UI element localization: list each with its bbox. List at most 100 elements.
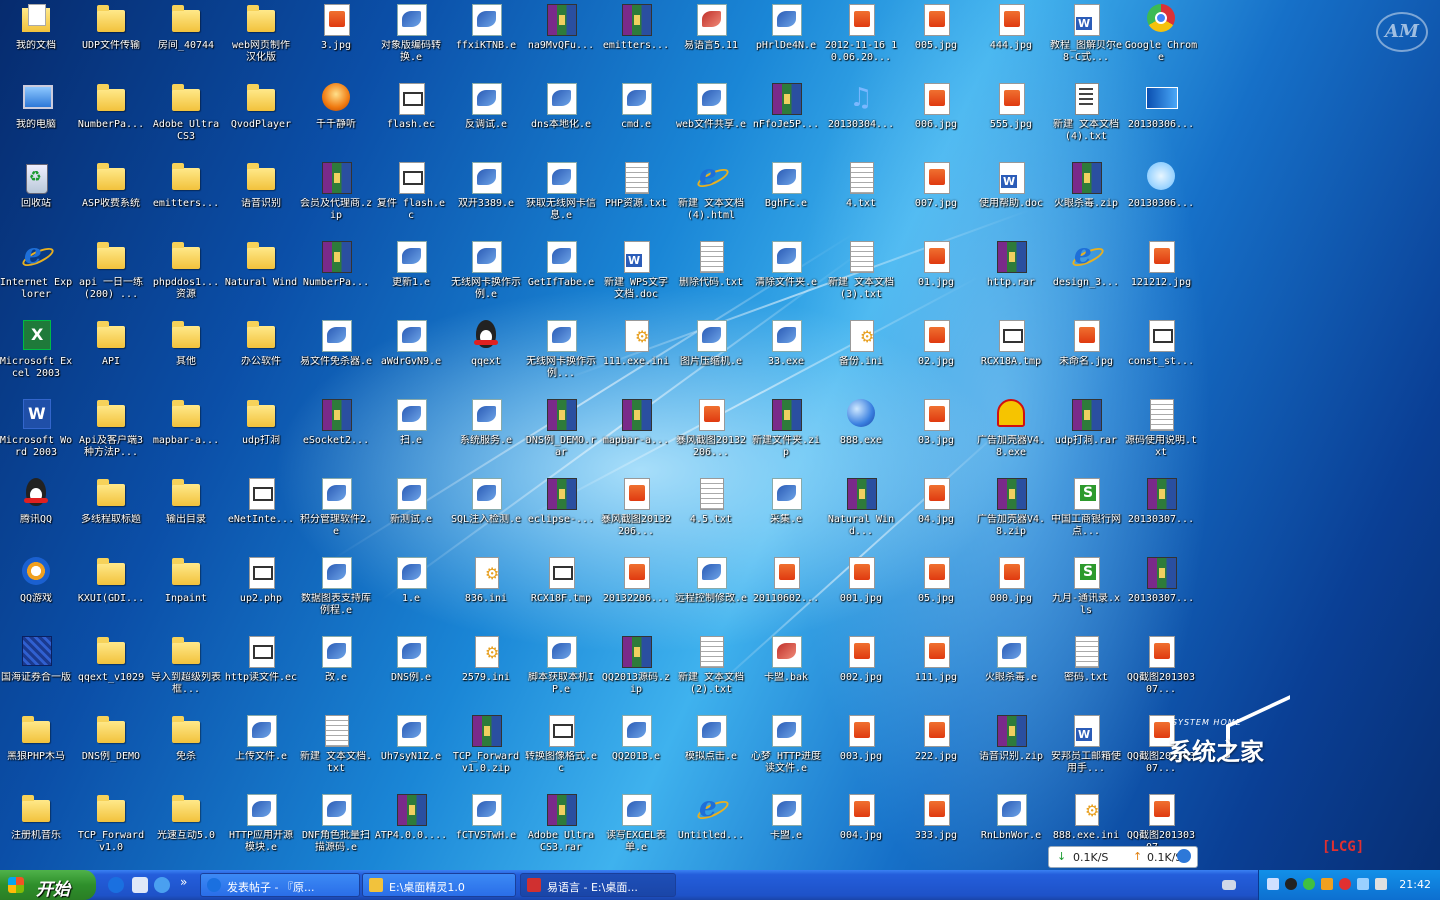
- desktop-icon[interactable]: QQ游戏: [0, 555, 73, 633]
- desktop-icon[interactable]: KXUI(GDI...: [74, 555, 148, 633]
- desktop-icon[interactable]: 图片压缩机.e: [674, 318, 748, 396]
- desktop-icon[interactable]: ♫ 20130304...: [824, 81, 898, 159]
- desktop-icon[interactable]: 555.jpg: [974, 81, 1048, 159]
- desktop-icon[interactable]: BghFc.e: [749, 160, 823, 238]
- desktop-icon[interactable]: 安邦员工邮箱使用手...: [1049, 713, 1123, 791]
- desktop-icon[interactable]: 黑狼PHP木马: [0, 713, 73, 791]
- taskbar-button-explorer[interactable]: E:\桌面精灵1.0: [362, 873, 516, 897]
- desktop-icon[interactable]: DNF角色批量扫描源码.e: [299, 792, 373, 870]
- desktop-icon[interactable]: NumberPa...: [74, 81, 148, 159]
- desktop-icon[interactable]: 其他: [149, 318, 223, 396]
- quick-launch-expand[interactable]: »: [180, 875, 187, 889]
- desktop-icon[interactable]: 九月-通讯录.xls: [1049, 555, 1123, 633]
- desktop-icon[interactable]: Adobe Ultra CS3: [149, 81, 223, 159]
- desktop-icon[interactable]: RCX18F.tmp: [524, 555, 598, 633]
- desktop-icon[interactable]: 光速互动5.0: [149, 792, 223, 870]
- desktop-icon[interactable]: 积分管理软件2.e: [299, 476, 373, 554]
- desktop-icon[interactable]: 语音识别: [224, 160, 298, 238]
- desktop-icon[interactable]: 20130307...: [1124, 555, 1198, 633]
- desktop-icon[interactable]: QQ截图20130307...: [1124, 634, 1198, 712]
- start-button[interactable]: 开始: [0, 870, 96, 900]
- desktop-icon[interactable]: 备份.ini: [824, 318, 898, 396]
- network-tray-icon[interactable]: [1267, 878, 1279, 890]
- desktop-icon[interactable]: 005.jpg: [899, 2, 973, 80]
- qq-tray-icon[interactable]: [1285, 878, 1297, 890]
- desktop-icon[interactable]: 数据图表支持库例程.e: [299, 555, 373, 633]
- desktop-icon[interactable]: Natural Wind: [224, 239, 298, 317]
- desktop-icon[interactable]: 输出目录: [149, 476, 223, 554]
- desktop-icon[interactable]: HTTP应用开源模块.e: [224, 792, 298, 870]
- desktop-icon[interactable]: 卡盟.bak: [749, 634, 823, 712]
- desktop-icon[interactable]: flash.ec: [374, 81, 448, 159]
- desktop-icon[interactable]: SQL注入检测.e: [449, 476, 523, 554]
- notepad-icon[interactable]: [132, 877, 148, 893]
- desktop-icon[interactable]: eclipse-...: [524, 476, 598, 554]
- desktop-icon[interactable]: 05.jpg: [899, 555, 973, 633]
- desktop-icon[interactable]: 002.jpg: [824, 634, 898, 712]
- desktop-icon[interactable]: 新建 文本文档 (4).txt: [1049, 81, 1123, 159]
- desktop-icon[interactable]: QvodPlayer: [224, 81, 298, 159]
- desktop-icon[interactable]: GetIfTabe.e: [524, 239, 598, 317]
- desktop-icon[interactable]: 000.jpg: [974, 555, 1048, 633]
- desktop-icon[interactable]: 上传文件.e: [224, 713, 298, 791]
- desktop-icon[interactable]: 我的电脑: [0, 81, 73, 159]
- desktop-icon[interactable]: 会员及代理商.zip: [299, 160, 373, 238]
- desktop-icon[interactable]: 易语言5.11: [674, 2, 748, 80]
- desktop-icon[interactable]: ATP4.0.0....: [374, 792, 448, 870]
- desktop-icon[interactable]: 444.jpg: [974, 2, 1048, 80]
- desktop-icon[interactable]: Api及客户端3种方法P...: [74, 397, 148, 475]
- desktop-icon[interactable]: 无线网卡换作示例...: [524, 318, 598, 396]
- desktop-icon[interactable]: 333.jpg: [899, 792, 973, 870]
- desktop-icon[interactable]: 采集.e: [749, 476, 823, 554]
- desktop-icon[interactable]: eNetInte...: [224, 476, 298, 554]
- desktop-icon[interactable]: Adobe Ultra CS3.rar: [524, 792, 598, 870]
- desktop-icon[interactable]: Internet Explorer: [0, 239, 73, 317]
- desktop-icon[interactable]: 导入到超级列表框...: [149, 634, 223, 712]
- desktop-icon[interactable]: Microsoft Excel 2003: [0, 318, 73, 396]
- desktop-icon[interactable]: RCX18A.tmp: [974, 318, 1048, 396]
- desktop-icon[interactable]: 111.exe.ini: [599, 318, 673, 396]
- desktop-icon[interactable]: phpddos1...资源: [149, 239, 223, 317]
- desktop-icon[interactable]: 006.jpg: [899, 81, 973, 159]
- desktop-icon[interactable]: Inpaint: [149, 555, 223, 633]
- desktop-icon[interactable]: 20130306...: [1124, 81, 1198, 159]
- desktop-icon[interactable]: 腾讯QQ: [0, 476, 73, 554]
- desktop-icon[interactable]: web文件共享.e: [674, 81, 748, 159]
- desktop-icon[interactable]: 121212.jpg: [1124, 239, 1198, 317]
- desktop-icon[interactable]: 注册机音乐: [0, 792, 73, 870]
- desktop-icon[interactable]: NumberPa...: [299, 239, 373, 317]
- desktop-icon[interactable]: mapbar-a...: [149, 397, 223, 475]
- desktop-icon[interactable]: 广告加壳器V4.8.zip: [974, 476, 1048, 554]
- desktop-icon[interactable]: 222.jpg: [899, 713, 973, 791]
- desktop-icon[interactable]: 火眼杀毒.e: [974, 634, 1048, 712]
- desktop-icon[interactable]: 中国工商银行网点...: [1049, 476, 1123, 554]
- desktop-icon[interactable]: 20130307...: [1124, 476, 1198, 554]
- desktop-icon[interactable]: 007.jpg: [899, 160, 973, 238]
- desktop-icon[interactable]: 卡盟.e: [749, 792, 823, 870]
- desktop-icon[interactable]: 暴风截图20132206...: [674, 397, 748, 475]
- desktop-icon[interactable]: 改.e: [299, 634, 373, 712]
- desktop-icon[interactable]: udp打洞: [224, 397, 298, 475]
- desktop-icon[interactable]: 4.txt: [824, 160, 898, 238]
- desktop-icon[interactable]: 对象版编码转换.e: [374, 2, 448, 80]
- desktop-icon[interactable]: design_3...: [1049, 239, 1123, 317]
- desktop-icon[interactable]: 新建 文本文档 (4).html: [674, 160, 748, 238]
- desktop-icon[interactable]: Google Chrome: [1124, 2, 1198, 80]
- desktop-icon[interactable]: 01.jpg: [899, 239, 973, 317]
- taskbar-button-eyuyan[interactable]: 易语言 - E:\桌面...: [520, 873, 676, 897]
- desktop-icon[interactable]: qqext_v1029: [74, 634, 148, 712]
- desktop-icon[interactable]: 回收站: [0, 160, 73, 238]
- desktop-icon[interactable]: ffxiKTNB.e: [449, 2, 523, 80]
- desktop-icon[interactable]: PHP资源.txt: [599, 160, 673, 238]
- desktop-icon[interactable]: 获取无线网卡信息.e: [524, 160, 598, 238]
- desktop-icon[interactable]: 2579.ini: [449, 634, 523, 712]
- desktop-icon[interactable]: 千千静听: [299, 81, 373, 159]
- desktop-icon[interactable]: RnLbnWor.e: [974, 792, 1048, 870]
- desktop-icon[interactable]: 反调试.e: [449, 81, 523, 159]
- desktop-icon[interactable]: 系统服务.e: [449, 397, 523, 475]
- desktop-icon[interactable]: 04.jpg: [899, 476, 973, 554]
- desktop-icon[interactable]: emitters...: [599, 2, 673, 80]
- desktop-icon[interactable]: 语音识别.zip: [974, 713, 1048, 791]
- desktop-icon[interactable]: 20110602...: [749, 555, 823, 633]
- desktop-icon[interactable]: fCTVSTwH.e: [449, 792, 523, 870]
